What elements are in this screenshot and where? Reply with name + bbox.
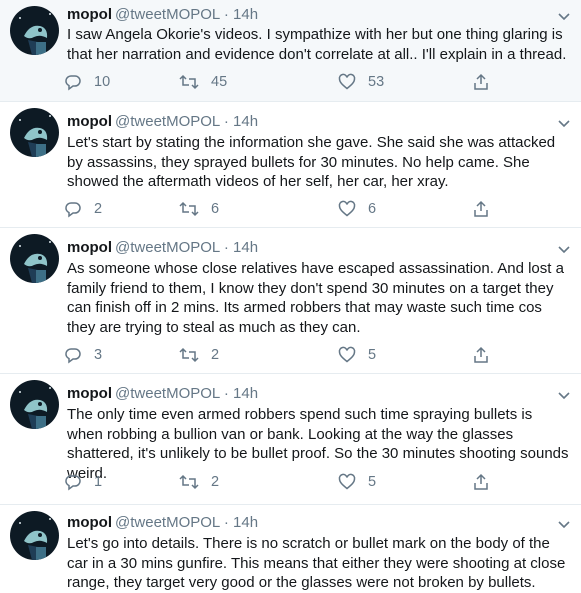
tweet[interactable]: mopol @tweetMOPOL · 14h Let's go into det… [0,505,581,592]
avatar[interactable] [10,380,59,429]
user-handle[interactable]: @tweetMOPOL [115,6,220,23]
display-name[interactable]: mopol [67,385,112,402]
timestamp[interactable]: 14h [233,239,258,256]
share-icon [474,346,488,363]
like-button[interactable]: 5 [338,344,376,366]
separator-dot: · [223,113,229,130]
share-button[interactable] [472,71,490,93]
tweet-header: mopol @tweetMOPOL · 14h [67,384,258,404]
like-button[interactable]: 6 [338,198,376,220]
retweet-icon [179,474,199,490]
tweet-actions: 1 2 5 [64,471,504,493]
avatar[interactable] [10,108,59,157]
share-icon [474,73,488,90]
reply-button[interactable]: 2 [64,198,102,220]
reply-count: 2 [94,201,103,217]
display-name[interactable]: mopol [67,113,112,130]
share-button[interactable] [472,198,490,220]
like-count: 5 [368,474,377,490]
tweet[interactable]: mopol @tweetMOPOL · 14h As someone whose … [0,228,581,374]
separator-dot: · [223,6,229,23]
retweet-count: 2 [211,474,220,490]
like-count: 5 [368,347,377,363]
reply-button[interactable]: 10 [64,71,110,93]
tweet[interactable]: mopol @tweetMOPOL · 14h Let's start by st… [0,102,581,228]
tweet[interactable]: mopol @tweetMOPOL · 14h The only time eve… [0,374,581,505]
avatar[interactable] [10,234,59,283]
reply-icon [65,75,81,91]
tweet-text: As someone whose close relatives have es… [67,260,564,336]
avatar-image [10,380,59,429]
separator-dot: · [223,514,229,531]
avatar[interactable] [10,6,59,55]
tweet-actions: 2 6 6 [64,198,504,220]
like-button[interactable]: 53 [338,71,384,93]
like-button[interactable]: 5 [338,471,376,493]
reply-count: 1 [94,474,103,490]
avatar[interactable] [10,511,59,560]
retweet-count: 2 [211,347,220,363]
chevron-down-icon[interactable] [557,388,571,402]
user-handle[interactable]: @tweetMOPOL [115,514,220,531]
timestamp[interactable]: 14h [233,6,258,23]
tweet-text: Let's start by stating the information s… [67,134,556,190]
heart-icon [338,473,356,490]
retweet-icon [179,74,199,90]
retweet-count: 6 [211,201,220,217]
reply-count: 3 [94,347,103,363]
separator-dot: · [223,385,229,402]
separator-dot: · [223,239,229,256]
share-button[interactable] [472,471,490,493]
chevron-down-icon[interactable] [557,517,571,531]
reply-button[interactable]: 1 [64,471,102,493]
tweet-header: mopol @tweetMOPOL · 14h [67,112,258,132]
tweet-actions: 10 45 53 [64,71,504,93]
reply-button[interactable]: 3 [64,344,102,366]
heart-icon [338,200,356,217]
tweet-text: I saw Angela Okorie's videos. I sympathi… [67,26,567,63]
retweet-icon [179,347,199,363]
share-icon [474,200,488,217]
avatar-image [10,511,59,560]
retweet-button[interactable]: 45 [179,71,227,93]
tweet-header: mopol @tweetMOPOL · 14h [67,5,258,25]
like-count: 53 [368,74,385,90]
user-handle[interactable]: @tweetMOPOL [115,385,220,402]
chevron-down-icon[interactable] [557,242,571,256]
heart-icon [338,346,356,363]
tweet-text: Let's go into details. There is no scrat… [67,535,566,591]
user-handle[interactable]: @tweetMOPOL [115,113,220,130]
retweet-button[interactable]: 2 [179,344,219,366]
heart-icon [338,73,356,90]
like-count: 6 [368,201,377,217]
avatar-image [10,6,59,55]
retweet-count: 45 [211,74,228,90]
retweet-button[interactable]: 6 [179,198,219,220]
avatar-image [10,108,59,157]
retweet-button[interactable]: 2 [179,471,219,493]
reply-icon [65,202,81,218]
chevron-down-icon[interactable] [557,116,571,130]
timestamp[interactable]: 14h [233,514,258,531]
avatar-image [10,234,59,283]
user-handle[interactable]: @tweetMOPOL [115,239,220,256]
display-name[interactable]: mopol [67,6,112,23]
display-name[interactable]: mopol [67,514,112,531]
share-icon [474,473,488,490]
tweet-header: mopol @tweetMOPOL · 14h [67,513,258,533]
reply-count: 10 [94,74,111,90]
display-name[interactable]: mopol [67,239,112,256]
timestamp[interactable]: 14h [233,385,258,402]
share-button[interactable] [472,344,490,366]
tweet-actions: 3 2 5 [64,344,504,366]
reply-icon [65,475,81,491]
tweet-header: mopol @tweetMOPOL · 14h [67,238,258,258]
chevron-down-icon[interactable] [557,9,571,23]
timestamp[interactable]: 14h [233,113,258,130]
tweet[interactable]: mopol @tweetMOPOL · 14h I saw Angela Okor… [0,0,581,102]
retweet-icon [179,201,199,217]
reply-icon [65,348,81,364]
